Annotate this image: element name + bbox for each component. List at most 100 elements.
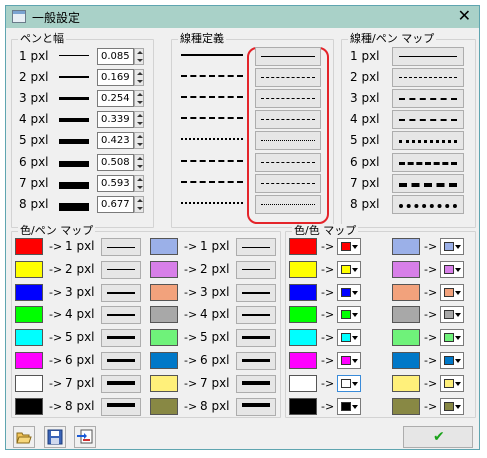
color-swatch-button[interactable] — [15, 238, 43, 255]
line-pen-select-button[interactable] — [392, 194, 464, 214]
line-pen-select-button[interactable] — [392, 173, 464, 193]
line-type-edit-button[interactable] — [255, 194, 321, 214]
target-color-dropdown[interactable] — [440, 306, 464, 324]
line-pen-select-button[interactable] — [392, 152, 464, 172]
line-pen-select-button[interactable] — [392, 47, 464, 66]
target-color-dropdown[interactable] — [337, 306, 361, 324]
pen-width-input[interactable]: 0.339 — [97, 111, 134, 129]
pen-select-button[interactable] — [236, 329, 276, 348]
ok-button[interactable]: ✔ — [403, 426, 473, 448]
color-swatch-button[interactable] — [150, 329, 178, 347]
line-pen-select-button[interactable] — [392, 68, 464, 88]
target-color-dropdown[interactable] — [337, 238, 361, 255]
pen-width-spinner[interactable] — [134, 153, 144, 171]
line-type-edit-button[interactable] — [255, 173, 321, 193]
line-pen-select-button[interactable] — [392, 89, 464, 109]
open-button[interactable] — [13, 426, 35, 448]
line-type-edit-button[interactable] — [255, 152, 321, 172]
color-swatch-button[interactable] — [150, 374, 178, 392]
color-swatch-button[interactable] — [150, 397, 178, 415]
color-swatch-button[interactable] — [150, 238, 178, 255]
target-color-dropdown[interactable] — [337, 352, 361, 369]
source-color-swatch[interactable] — [392, 238, 420, 255]
pen-select-button[interactable] — [101, 329, 141, 348]
pen-width-input[interactable]: 0.508 — [97, 153, 134, 171]
pen-width-spinner[interactable] — [134, 48, 144, 65]
color-swatch-button[interactable] — [150, 352, 178, 369]
pen-select-button[interactable] — [236, 397, 276, 416]
target-color-dropdown[interactable] — [337, 397, 361, 415]
close-icon[interactable]: ✕ — [458, 7, 471, 25]
target-color-dropdown[interactable] — [337, 374, 361, 392]
pen-select-button[interactable] — [101, 283, 141, 302]
pen-select-button[interactable] — [101, 260, 141, 279]
color-swatch-button[interactable] — [150, 260, 178, 278]
save-button[interactable] — [44, 426, 66, 448]
source-color-swatch[interactable] — [392, 329, 420, 347]
line-type-edit-button[interactable] — [255, 131, 321, 151]
pen-width-spinner[interactable] — [134, 69, 144, 87]
target-color-dropdown[interactable] — [440, 374, 464, 392]
pen-select-button[interactable] — [236, 306, 276, 325]
pen-select-button[interactable] — [101, 374, 141, 393]
source-color-swatch[interactable] — [392, 352, 420, 369]
line-type-edit-button[interactable] — [255, 47, 321, 66]
color-swatch-button[interactable] — [15, 352, 43, 369]
color-swatch-button[interactable] — [15, 329, 43, 347]
pen-width-input[interactable]: 0.254 — [97, 90, 134, 108]
pen-select-button[interactable] — [101, 238, 141, 256]
target-color-dropdown[interactable] — [337, 329, 361, 347]
source-color-swatch[interactable] — [289, 260, 317, 278]
source-color-swatch[interactable] — [289, 374, 317, 392]
source-color-swatch[interactable] — [392, 397, 420, 415]
color-swatch-button[interactable] — [15, 397, 43, 415]
line-pen-select-button[interactable] — [392, 110, 464, 130]
pen-width-spinner[interactable] — [134, 195, 144, 213]
color-swatch-button[interactable] — [15, 374, 43, 392]
pen-select-button[interactable] — [236, 260, 276, 279]
source-color-swatch[interactable] — [289, 238, 317, 255]
color-swatch-button[interactable] — [15, 283, 43, 301]
source-color-swatch[interactable] — [289, 352, 317, 369]
pen-select-button[interactable] — [101, 397, 141, 416]
target-color-dropdown[interactable] — [440, 329, 464, 347]
line-type-edit-button[interactable] — [255, 89, 321, 109]
pen-width-spinner[interactable] — [134, 111, 144, 129]
pen-width-input[interactable]: 0.677 — [97, 195, 134, 213]
pen-width-input[interactable]: 0.169 — [97, 69, 134, 87]
color-swatch-button[interactable] — [15, 260, 43, 278]
pen-select-button[interactable] — [236, 374, 276, 393]
source-color-swatch[interactable] — [392, 374, 420, 392]
target-color-dropdown[interactable] — [440, 352, 464, 369]
import-button[interactable] — [74, 426, 96, 448]
pen-width-input[interactable]: 0.593 — [97, 174, 134, 192]
source-color-swatch[interactable] — [289, 283, 317, 301]
line-type-edit-button[interactable] — [255, 68, 321, 88]
line-type-edit-button[interactable] — [255, 110, 321, 130]
color-swatch-button[interactable] — [150, 283, 178, 301]
pen-select-button[interactable] — [101, 352, 141, 370]
pen-width-spinner[interactable] — [134, 90, 144, 108]
target-color-dropdown[interactable] — [440, 397, 464, 415]
source-color-swatch[interactable] — [289, 329, 317, 347]
target-color-dropdown[interactable] — [440, 283, 464, 301]
pen-select-button[interactable] — [236, 238, 276, 256]
target-color-dropdown[interactable] — [440, 238, 464, 255]
source-color-swatch[interactable] — [392, 260, 420, 278]
source-color-swatch[interactable] — [392, 306, 420, 324]
pen-width-input[interactable]: 0.085 — [97, 48, 134, 65]
pen-width-spinner[interactable] — [134, 174, 144, 192]
target-color-dropdown[interactable] — [337, 283, 361, 301]
pen-select-button[interactable] — [236, 352, 276, 370]
color-swatch-button[interactable] — [15, 306, 43, 324]
target-color-dropdown[interactable] — [337, 260, 361, 278]
line-pen-select-button[interactable] — [392, 131, 464, 151]
pen-width-spinner[interactable] — [134, 132, 144, 150]
pen-select-button[interactable] — [236, 283, 276, 302]
source-color-swatch[interactable] — [289, 306, 317, 324]
color-swatch-button[interactable] — [150, 306, 178, 324]
source-color-swatch[interactable] — [289, 397, 317, 415]
source-color-swatch[interactable] — [392, 283, 420, 301]
target-color-dropdown[interactable] — [440, 260, 464, 278]
pen-select-button[interactable] — [101, 306, 141, 325]
